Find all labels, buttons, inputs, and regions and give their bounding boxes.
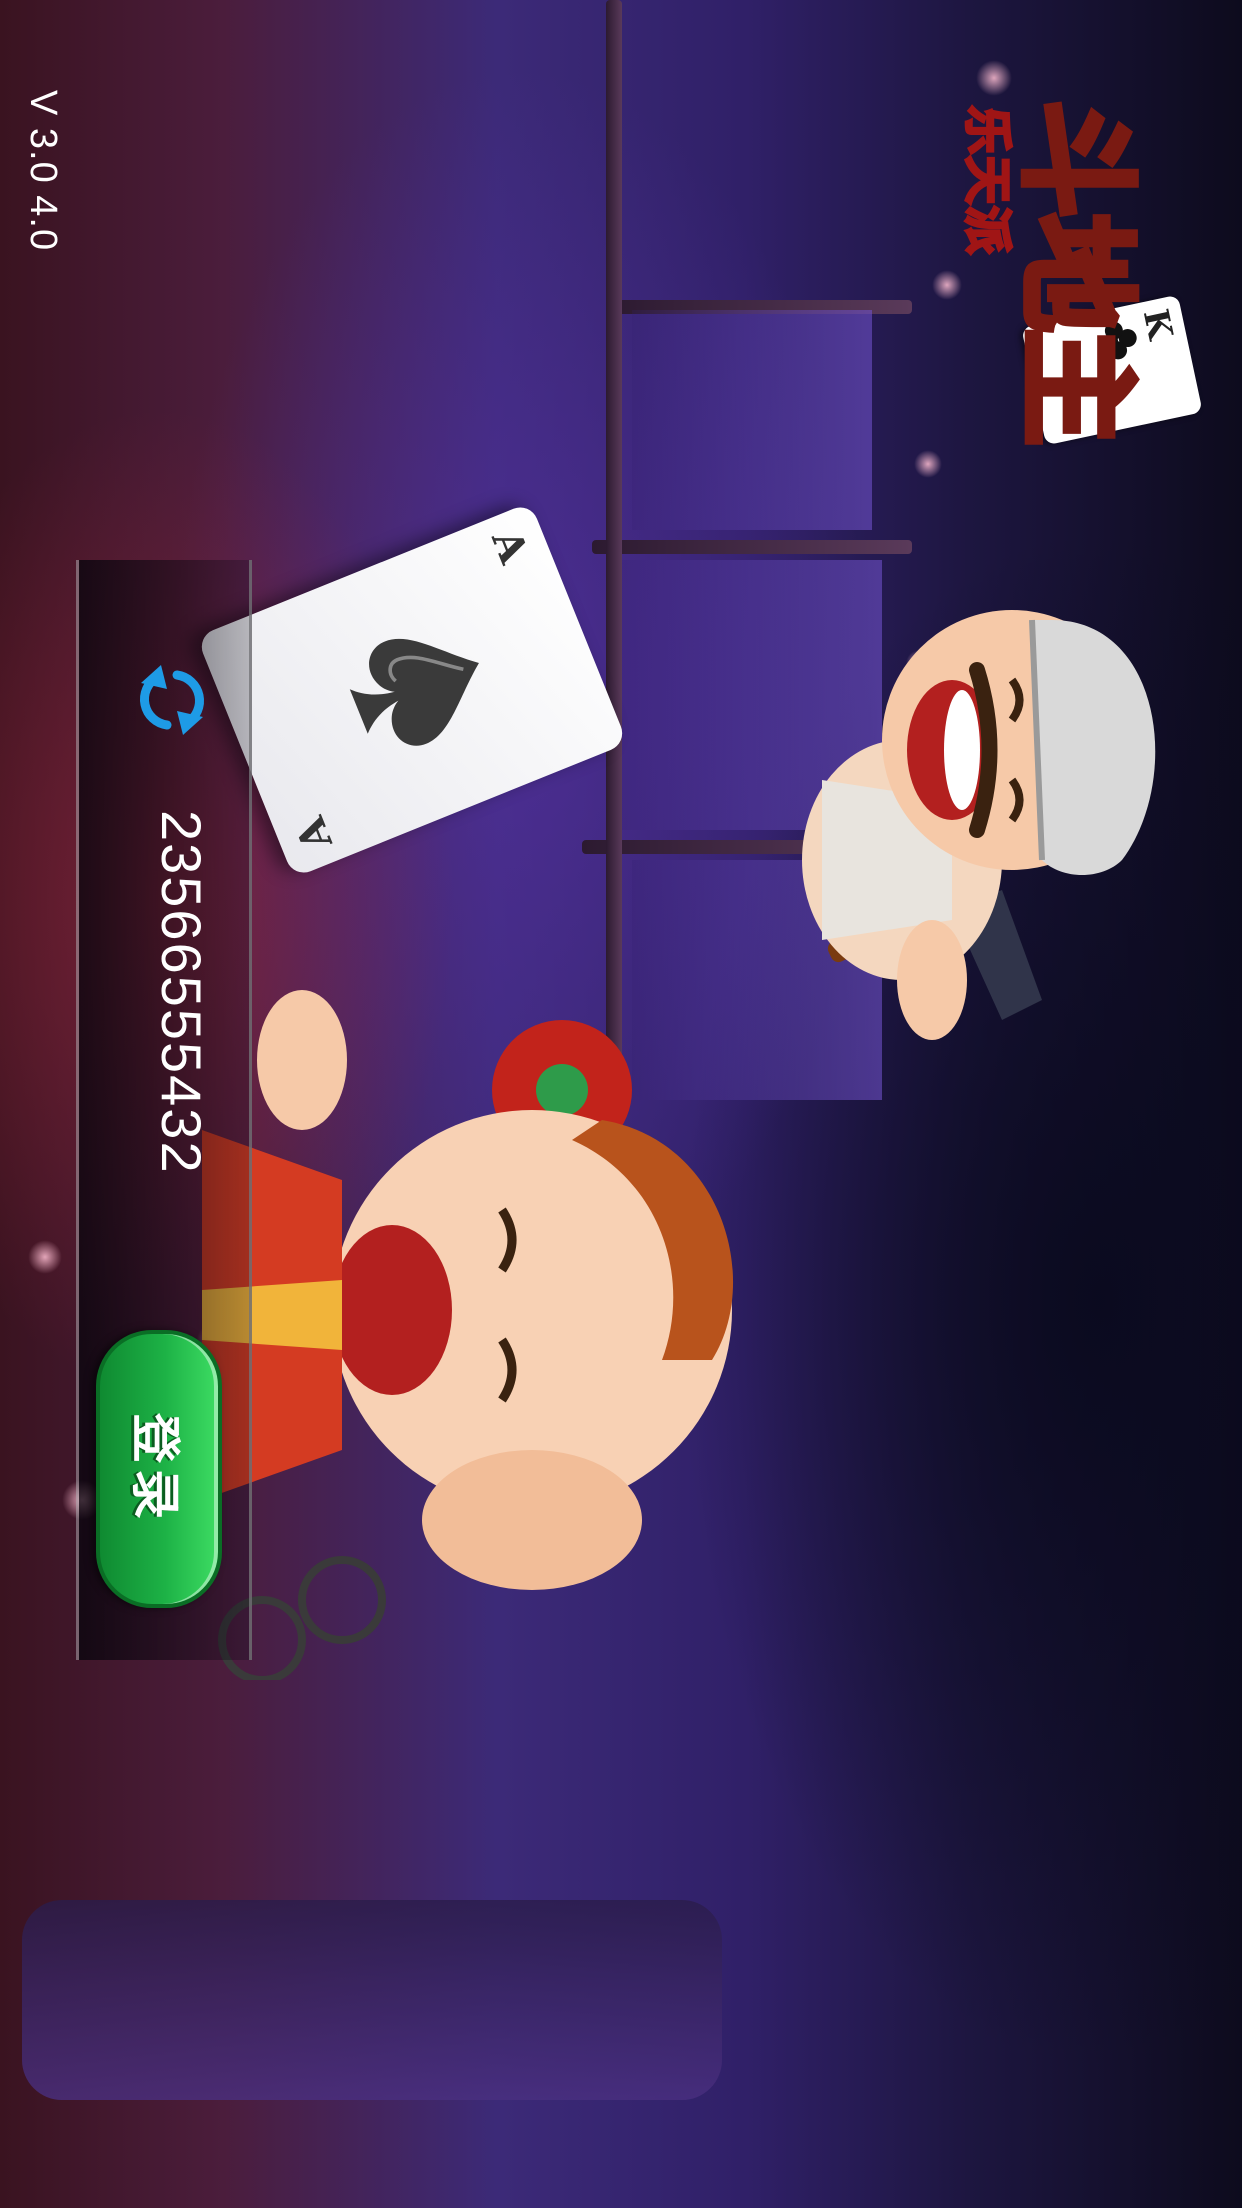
refresh-icon xyxy=(140,665,204,735)
bokeh-light xyxy=(976,60,1012,96)
game-screen: V 3.0 4.0 A A K 斗地主 乐天派 23566555432 登录 xyxy=(0,0,1242,2208)
stage-light-rig xyxy=(22,1900,722,2100)
logo-subtitle: 乐天派 xyxy=(958,105,1017,258)
game-logo: K 斗地主 乐天派 xyxy=(942,97,1203,460)
ace-of-spades-card: A A xyxy=(196,502,628,878)
spade-icon xyxy=(349,638,479,746)
landscape-stage: V 3.0 4.0 A A K 斗地主 乐天派 23566555432 登录 xyxy=(0,0,1242,2208)
login-button[interactable]: 登录 xyxy=(96,1330,222,1608)
bokeh-light xyxy=(914,450,942,478)
window-sill xyxy=(606,0,622,1100)
card-rank-top: A xyxy=(482,523,538,570)
version-label: V 3.0 4.0 xyxy=(22,90,64,252)
card-rank-bottom: A xyxy=(286,810,342,857)
account-number: 23566555432 xyxy=(150,810,213,1175)
official-character xyxy=(202,990,733,1680)
refresh-account-button[interactable] xyxy=(127,655,217,745)
city-skyline xyxy=(632,310,872,530)
bokeh-light xyxy=(28,1240,62,1274)
window-frame xyxy=(592,540,912,554)
